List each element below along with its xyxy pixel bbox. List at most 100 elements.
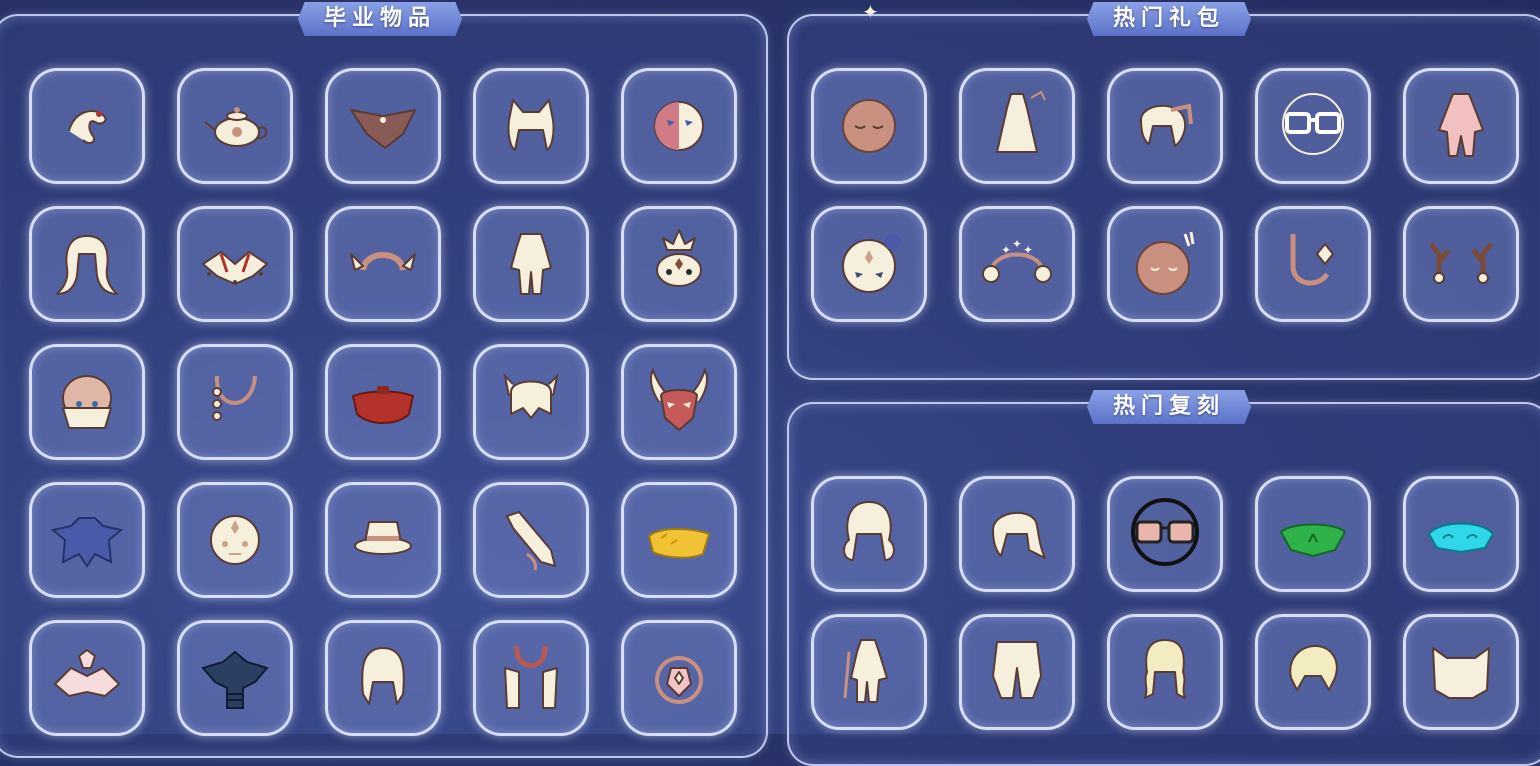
feather-hairpin-icon	[49, 86, 125, 166]
hot-rerun-grid	[811, 476, 1519, 730]
fisherman-outfit-icon	[493, 224, 569, 304]
item-slot[interactable]	[959, 614, 1075, 730]
crowned-mask-icon	[641, 224, 717, 304]
lotus-cape-icon	[197, 224, 273, 304]
yellow-scarf-icon	[641, 500, 717, 580]
item-slot[interactable]	[1255, 68, 1371, 184]
item-slot[interactable]	[959, 476, 1075, 592]
item-slot[interactable]	[473, 68, 589, 184]
green-cape-icon	[1275, 494, 1351, 574]
antler-headpiece-icon	[1423, 224, 1499, 304]
armored-cape-icon	[197, 638, 273, 718]
item-slot[interactable]	[29, 344, 145, 460]
item-slot[interactable]	[29, 206, 145, 322]
cat-ear-hood-icon	[1423, 632, 1499, 712]
graduation-items-grid	[29, 68, 737, 736]
item-slot[interactable]	[473, 344, 589, 460]
item-slot[interactable]	[1403, 206, 1519, 322]
pink-outfit-icon	[1423, 86, 1499, 166]
item-slot[interactable]	[811, 614, 927, 730]
beaded-necklace-icon	[197, 362, 273, 442]
hot-packs-panel: 热门礼包 ✦ ✦ ✦	[787, 2, 1540, 380]
sleepy-mask-icon	[831, 86, 907, 166]
item-slot[interactable]	[177, 620, 293, 736]
white-mask-icon	[831, 224, 907, 304]
item-slot[interactable]	[1107, 68, 1223, 184]
pigtail-hair-icon	[493, 362, 569, 442]
horned-mask-icon	[641, 362, 717, 442]
baggy-pants-icon	[979, 632, 1055, 712]
item-slot[interactable]	[1403, 476, 1519, 592]
blue-cape-icon	[49, 500, 125, 580]
shoulder-scarf-icon	[493, 638, 569, 718]
graduation-items-panel: 毕业物品	[0, 2, 768, 758]
item-slot[interactable]	[1255, 476, 1371, 592]
item-slot[interactable]: ✦ ✦ ✦	[959, 206, 1075, 322]
bald-cap-mask-icon	[49, 362, 125, 442]
amulet-prop-icon	[641, 638, 717, 718]
item-slot[interactable]	[1255, 206, 1371, 322]
horn-instrument-icon	[493, 500, 569, 580]
svg-text:✦: ✦	[1012, 237, 1022, 251]
cat-ear-hair-icon	[493, 86, 569, 166]
item-slot[interactable]	[811, 476, 927, 592]
ponytail-hair-icon	[1127, 86, 1203, 166]
item-slot[interactable]	[1255, 614, 1371, 730]
cyan-cape-icon	[1423, 494, 1499, 574]
item-slot[interactable]	[621, 344, 737, 460]
feather-hat-icon	[345, 500, 421, 580]
twin-curl-hair-icon	[831, 494, 907, 574]
item-slot[interactable]	[325, 620, 441, 736]
item-slot[interactable]	[1107, 614, 1223, 730]
item-slot[interactable]	[1107, 476, 1223, 592]
item-slot[interactable]	[325, 344, 441, 460]
hot-rerun-panel: 热门复刻	[787, 390, 1540, 766]
item-slot[interactable]	[325, 482, 441, 598]
item-slot[interactable]	[1403, 68, 1519, 184]
side-ponytail-hair-icon	[979, 494, 1055, 574]
item-slot[interactable]	[621, 206, 737, 322]
item-slot[interactable]	[621, 620, 737, 736]
earring-necklace-icon	[1275, 224, 1351, 304]
hot-rerun-title: 热门复刻	[1086, 390, 1252, 424]
teapot-prop-icon	[197, 86, 273, 166]
item-slot[interactable]	[177, 344, 293, 460]
tribal-mask-icon	[197, 500, 273, 580]
item-slot[interactable]	[325, 68, 441, 184]
svg-text:✦: ✦	[1001, 243, 1011, 257]
item-slot[interactable]	[177, 68, 293, 184]
traveler-outfit-icon	[831, 632, 907, 712]
long-hair-icon	[49, 224, 125, 304]
hot-packs-title: 热门礼包	[1086, 2, 1252, 36]
item-slot[interactable]	[811, 68, 927, 184]
item-slot[interactable]	[959, 68, 1075, 184]
item-slot[interactable]	[177, 206, 293, 322]
hot-packs-grid: ✦ ✦ ✦	[811, 68, 1519, 322]
item-slot[interactable]	[1107, 206, 1223, 322]
short-hair-icon	[1275, 632, 1351, 712]
item-slot[interactable]	[473, 620, 589, 736]
item-slot[interactable]	[1403, 614, 1519, 730]
round-face-mask-icon	[1127, 224, 1203, 304]
glasses-icon	[1275, 86, 1351, 166]
item-slot[interactable]	[29, 620, 145, 736]
item-slot[interactable]	[177, 482, 293, 598]
moon-star-headband-icon: ✦ ✦ ✦	[979, 224, 1055, 304]
owl-wing-cape-icon	[345, 86, 421, 166]
item-slot[interactable]	[473, 206, 589, 322]
bob-hair-icon	[345, 638, 421, 718]
half-mask-icon	[641, 86, 717, 166]
item-slot[interactable]	[473, 482, 589, 598]
white-dress-outfit-icon	[979, 86, 1055, 166]
svg-text:✦: ✦	[1023, 243, 1033, 257]
item-slot[interactable]	[29, 482, 145, 598]
sunglasses-icon	[1127, 494, 1203, 574]
item-slot[interactable]	[29, 68, 145, 184]
item-slot[interactable]	[621, 68, 737, 184]
wing-headband-icon	[345, 224, 421, 304]
graduation-items-title: 毕业物品	[297, 2, 463, 36]
item-slot[interactable]	[811, 206, 927, 322]
item-slot[interactable]	[621, 482, 737, 598]
wavy-hair-icon	[1127, 632, 1203, 712]
item-slot[interactable]	[325, 206, 441, 322]
